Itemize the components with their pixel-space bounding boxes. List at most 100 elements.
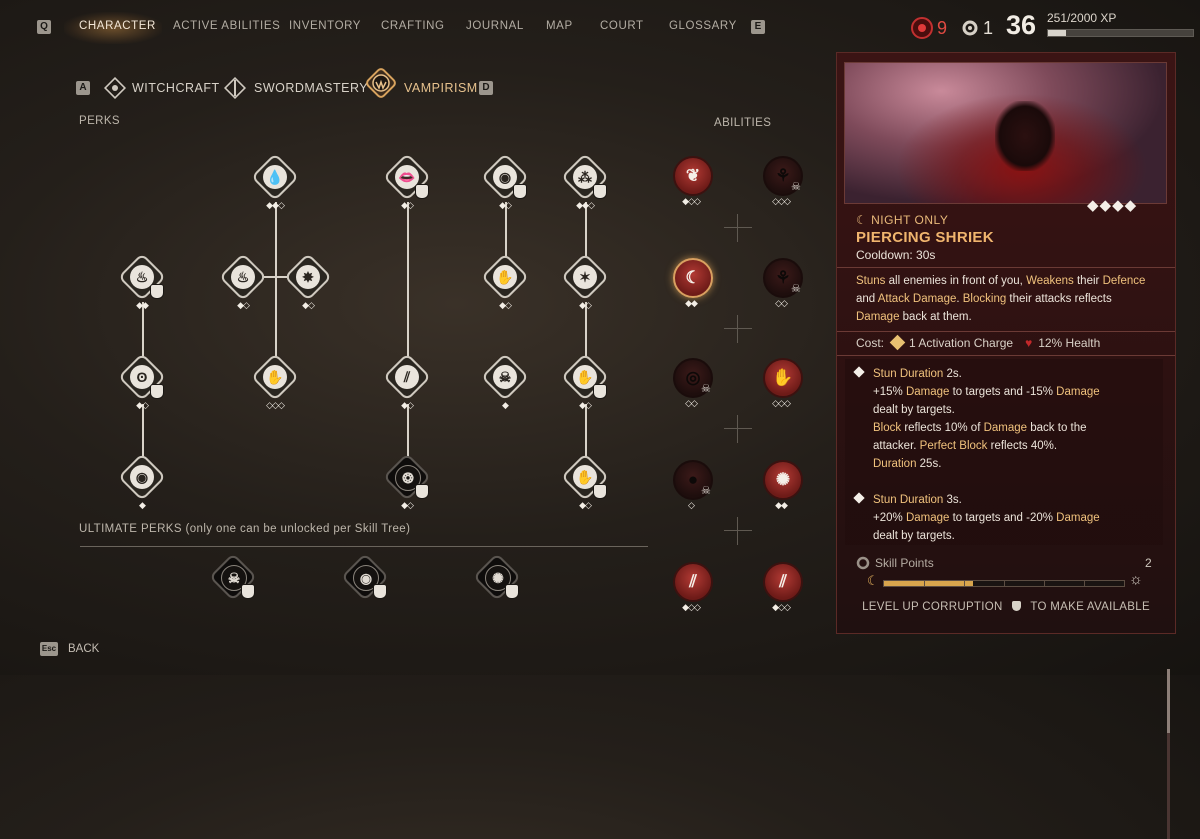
ability-divider-cross [724, 315, 752, 343]
vampirism-icon[interactable] [361, 63, 401, 107]
perk-node[interactable]: ♨ ◆◇ [218, 252, 268, 314]
ability-node[interactable]: ● ☠ ◇ [671, 458, 715, 510]
scrollbar-thumb[interactable] [1167, 669, 1170, 733]
ability-node[interactable]: ⚘ ☠ ◇◇◇ [761, 154, 805, 206]
ability-rank-pips: ◇◇ [775, 298, 788, 308]
description-text: to targets and -15% [949, 386, 1057, 398]
ability-title: PIERCING SHRIEK [856, 229, 994, 246]
ability-node[interactable]: ✺ ◆◆ [761, 458, 805, 510]
perk-icon: ✶ [573, 265, 597, 289]
highlight-term: Damage [905, 512, 950, 524]
tree-tab-swordmastery[interactable]: SWORDMASTERY [254, 81, 368, 95]
preview-figures [995, 101, 1055, 171]
description-text: their [1073, 275, 1103, 287]
ability-divider-cross [724, 214, 752, 242]
description-text: reflects 40%. [987, 440, 1058, 452]
fang-icon [1012, 601, 1022, 611]
description-text: +20% [873, 512, 906, 524]
ability-node-selected[interactable]: ☾ ◆◆ [671, 256, 715, 308]
ability-rank-pips: ◆◆ [685, 298, 698, 308]
swordmastery-icon[interactable] [224, 77, 246, 99]
upgrade-line: Duration 25s. [855, 455, 1135, 473]
tab-character[interactable]: CHARACTER [79, 20, 156, 32]
perk-node[interactable]: ✋ ◇◇◇ [250, 352, 300, 414]
tree-tab-vampirism[interactable]: VAMPIRISM [404, 81, 478, 95]
ability-node[interactable]: ⫽ ◆◇◇ [761, 560, 805, 612]
perk-node[interactable]: ❂ ◆◇ [382, 452, 432, 514]
fang-icon [415, 484, 429, 499]
tab-active-abilities[interactable]: ACTIVE ABILITIES [173, 20, 280, 32]
panel-divider [837, 267, 1175, 268]
ability-node[interactable]: ◎ ☠ ◇◇ [671, 356, 715, 408]
ultimate-perk-node[interactable]: ✺ [472, 552, 522, 614]
perk-rank-pips: ◆◆◇ [266, 200, 285, 210]
ability-node[interactable]: ✋ ◇◇◇ [761, 356, 805, 408]
perk-rank-pips: ◆ [502, 400, 509, 410]
ability-cooldown: Cooldown: 30s [856, 248, 936, 262]
points-count: 1 [983, 18, 994, 38]
back-button[interactable]: BACK [68, 643, 99, 655]
highlight-term: Damage [983, 422, 1028, 434]
highlight-term: Perfect Block [919, 440, 988, 452]
perk-rank-pips: ◆◇ [302, 300, 315, 310]
tree-prev-key[interactable]: A [76, 81, 90, 95]
tab-map[interactable]: MAP [546, 20, 573, 32]
perk-node[interactable]: ʘ ◆◇ [117, 352, 167, 414]
ultimate-perk-node[interactable]: ☠ [208, 552, 258, 614]
description-text: attacker. [873, 440, 920, 452]
skull-lock-icon: ☠ [791, 181, 801, 193]
upgrade-line: dealt by targets. [855, 401, 1135, 419]
perk-node[interactable]: ⁂ ◆◆◇ [560, 152, 610, 214]
perk-node[interactable]: ✋ ◆◇ [560, 352, 610, 414]
tab-crafting[interactable]: CRAFTING [381, 20, 445, 32]
ability-preview-image [844, 62, 1167, 204]
witchcraft-icon[interactable] [104, 77, 126, 99]
upgrade-tier-1: Stun Duration 2s. +15% Damage to targets … [853, 365, 1135, 473]
tab-inventory[interactable]: INVENTORY [289, 20, 361, 32]
description-text: their attacks reflects [1006, 293, 1112, 305]
perk-node[interactable]: 💧 ◆◆◇ [250, 152, 300, 214]
nav-next-key[interactable]: E [751, 20, 765, 34]
description-text: 2s. [943, 368, 962, 380]
perk-node[interactable]: ◉ ◆◇ [480, 152, 530, 214]
highlight-term: Damage [856, 311, 900, 323]
ability-rank-pips: ◇◇ [685, 398, 698, 408]
upgrade-list[interactable]: Stun Duration 2s. +15% Damage to targets … [845, 359, 1170, 839]
perk-node[interactable]: ✋ ◆◇ [480, 252, 530, 314]
fang-icon [241, 584, 255, 599]
description-text: and [856, 293, 878, 305]
upgrade-tier-2: Stun Duration 3s. +20% Damage to targets … [853, 491, 1135, 545]
upgrade-scrollbar[interactable] [1167, 669, 1170, 839]
perk-node[interactable]: ♨ ◆◆ [117, 252, 167, 314]
perk-node[interactable]: ◉ ◆ [117, 452, 167, 514]
nav-prev-key[interactable]: Q [37, 20, 51, 34]
highlight-term: Attack Damage [877, 293, 957, 305]
ability-icon: ☾ [673, 258, 713, 298]
perk-node[interactable]: ✸ ◆◇ [283, 252, 333, 314]
highlight-term: Block [873, 422, 902, 434]
tab-journal[interactable]: JOURNAL [466, 20, 524, 32]
perk-node[interactable]: 👄 ◆◇ [382, 152, 432, 214]
perk-node[interactable]: ✶ ◆◇ [560, 252, 610, 314]
tree-next-key[interactable]: D [479, 81, 493, 95]
back-key[interactable]: Esc [40, 642, 58, 656]
ability-node[interactable]: ❦ ◆◇◇ [671, 154, 715, 206]
ability-node[interactable]: ⚘ ☠ ◇◇ [761, 256, 805, 308]
corruption-segment [1044, 581, 1045, 586]
activation-charge-icon [889, 334, 906, 351]
perk-node[interactable]: ☠ ◆ [480, 352, 530, 414]
perk-icon: 💧 [263, 165, 287, 189]
corruption-bar [883, 580, 1125, 587]
perk-node[interactable]: ✋ ◆◇ [560, 452, 610, 514]
perk-rank-pips: ◆◇ [401, 500, 414, 510]
ability-node[interactable]: ⫽ ◆◇◇ [671, 560, 715, 612]
description-text: to targets and -20% [949, 512, 1057, 524]
tab-glossary[interactable]: GLOSSARY [669, 20, 737, 32]
tab-court[interactable]: COURT [600, 20, 644, 32]
level-up-text-a: LEVEL UP CORRUPTION [862, 601, 1003, 613]
ultimate-perk-node[interactable]: ◉ [340, 552, 390, 614]
perk-node[interactable]: ⫽ ◆◇ [382, 352, 432, 414]
corruption-segment [1084, 581, 1085, 586]
tree-tab-witchcraft[interactable]: WITCHCRAFT [132, 81, 220, 95]
skill-points-label: Skill Points [875, 556, 934, 570]
